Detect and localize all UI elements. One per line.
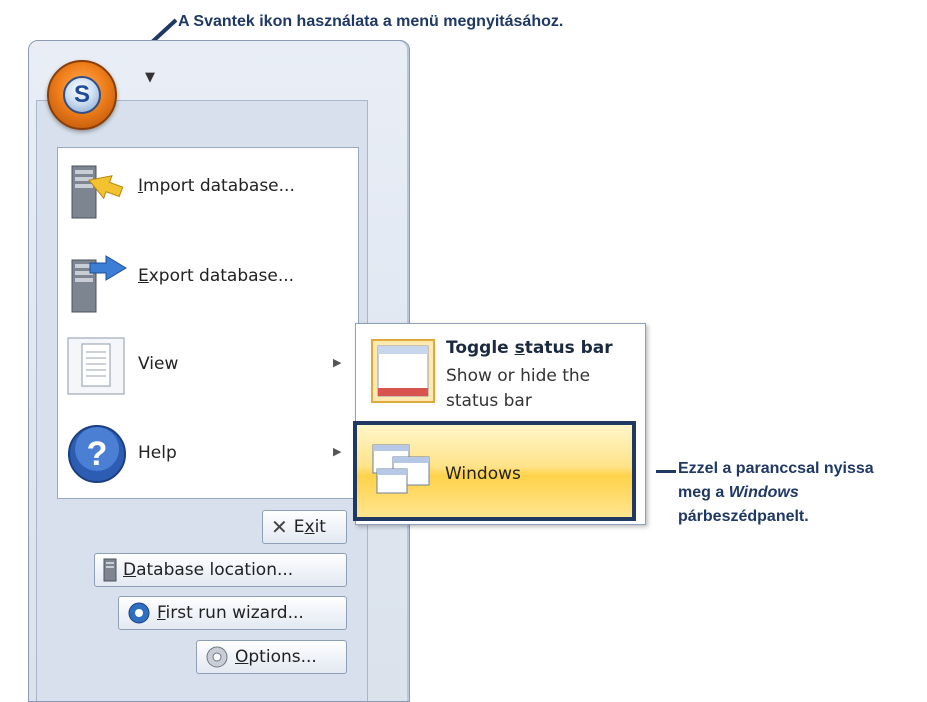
options-label-underline: O: [235, 647, 249, 667]
first-run-wizard-label-rest: irst run wizard...: [165, 603, 304, 623]
help-icon: ?: [68, 425, 126, 483]
windows-icon: [372, 444, 430, 494]
database-server-icon: [103, 558, 117, 582]
export-database-icon: [71, 255, 127, 313]
export-database-label-underline: E: [138, 266, 149, 286]
exit-label-underline: x: [304, 517, 315, 537]
quick-access-customize-icon[interactable]: ▼: [145, 70, 155, 85]
export-database-label: Export database...: [138, 266, 294, 286]
menu-item-export-database[interactable]: Export database...: [58, 238, 358, 318]
toggle-title-post: tatus bar: [524, 338, 613, 358]
database-location-button[interactable]: Database location...: [94, 553, 347, 587]
exit-label-pre: E: [293, 517, 305, 537]
callout-top-text: A Svantek ikon használata a menü megnyit…: [178, 13, 564, 30]
first-run-wizard-label-underline: F: [157, 603, 166, 623]
database-location-label-underline: D: [123, 560, 137, 580]
help-submenu-arrow-icon: ▶: [333, 445, 342, 458]
toggle-status-bar-description: Show or hide the status bar: [446, 366, 591, 411]
view-submenu-arrow-icon: ▶: [333, 356, 342, 369]
toggle-title-pre: Toggle: [446, 338, 515, 358]
svg-text:?: ?: [87, 435, 108, 473]
toggle-status-bar-item[interactable]: Toggle status bar Show or hide the statu…: [356, 324, 645, 422]
windows-menu-item[interactable]: Windows: [353, 421, 636, 521]
svantek-orb-button[interactable]: S: [47, 60, 117, 130]
callout-top: A Svantek ikon használata a menü megnyit…: [178, 11, 563, 32]
windows-label: Windows: [445, 464, 521, 484]
options-gear-icon: [206, 646, 228, 668]
callout-right-line2-em: Windows: [728, 484, 799, 501]
first-run-wizard-button[interactable]: First run wizard...: [118, 596, 347, 630]
callout-right-line2: meg a Windows: [678, 482, 874, 503]
callout-right: Ezzel a paranccsal nyissa meg a Windows …: [678, 458, 874, 527]
import-database-label: Import database...: [138, 176, 295, 196]
view-icon: [67, 337, 125, 395]
close-icon: ✕: [271, 515, 288, 539]
view-label: View: [138, 354, 179, 374]
exit-button[interactable]: ✕ Exit: [262, 510, 347, 544]
menu-item-view[interactable]: View ▶: [58, 326, 358, 406]
status-bar-icon: [371, 339, 435, 403]
import-database-label-rest: mport database...: [143, 176, 295, 196]
database-location-label-rest: atabase location...: [136, 560, 294, 580]
export-database-label-rest: xport database...: [148, 266, 295, 286]
toggle-title-underline: s: [514, 338, 525, 358]
application-menu-panel: Import database... Export database... Vi…: [57, 147, 359, 499]
callout-right-line2-pre: meg a: [678, 484, 729, 501]
exit-label-post: it: [314, 517, 326, 537]
wizard-gear-icon: [128, 602, 150, 624]
menu-item-help[interactable]: ? Help ▶: [58, 415, 358, 495]
menu-item-import-database[interactable]: Import database...: [58, 148, 358, 228]
options-label-rest: ptions...: [248, 647, 317, 667]
callout-right-line3: párbeszédpanelt.: [678, 508, 809, 525]
import-database-icon: [71, 165, 124, 219]
toggle-status-bar-title: Toggle status bar: [446, 338, 613, 358]
svantek-logo-icon: S: [63, 76, 101, 114]
callout-right-line1: Ezzel a paranccsal nyissa: [678, 460, 874, 477]
options-button[interactable]: Options...: [196, 640, 347, 674]
help-label: Help: [138, 443, 177, 463]
callout-leader-line: [656, 470, 676, 473]
